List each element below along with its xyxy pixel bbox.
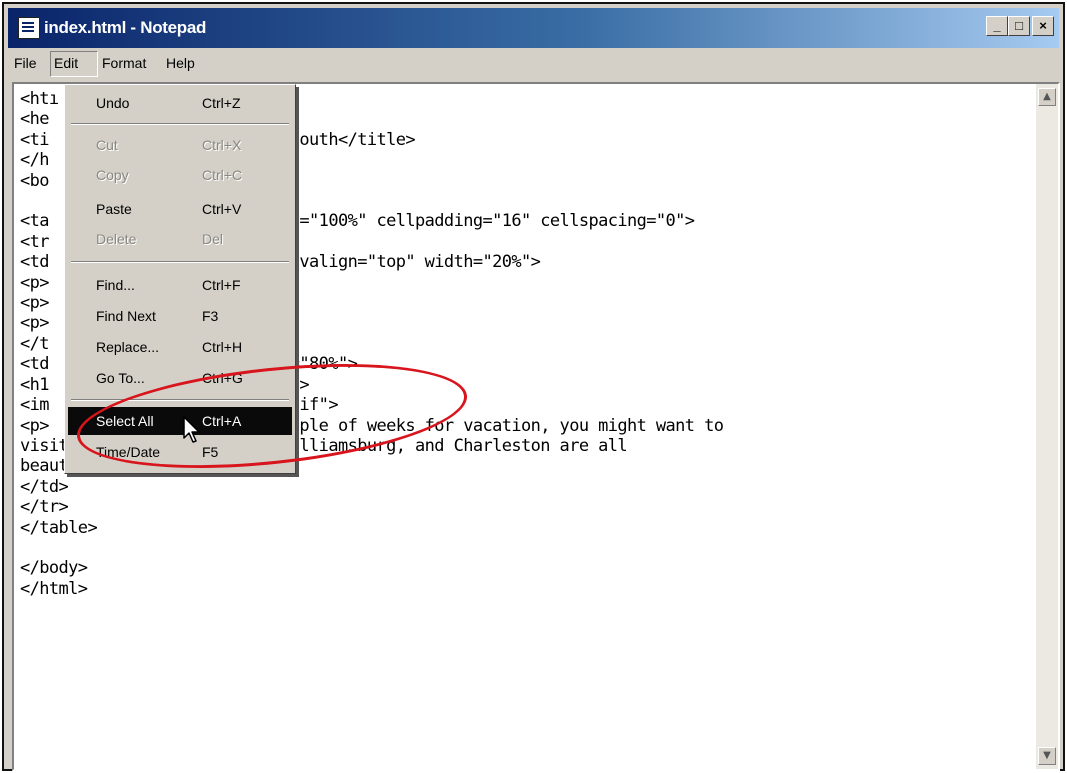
menu-separator — [71, 261, 289, 263]
vertical-scrollbar[interactable]: ▲ ▼ — [1036, 84, 1058, 769]
menu-item-find-next[interactable]: Find Next F3 — [68, 302, 292, 330]
menu-item-label: Copy — [96, 167, 129, 183]
minimize-button[interactable]: _ — [986, 16, 1008, 36]
close-button[interactable]: × — [1032, 16, 1054, 36]
menu-item-shortcut: Ctrl+H — [202, 339, 243, 355]
window-title: index.html - Notepad — [44, 18, 207, 37]
menu-item-label: Paste — [96, 201, 132, 217]
menu-edit[interactable]: Edit — [54, 55, 78, 71]
scroll-up-arrow-icon[interactable]: ▲ — [1038, 88, 1056, 106]
menu-item-shortcut: Ctrl+V — [202, 201, 242, 217]
menu-item-shortcut: Ctrl+C — [202, 167, 243, 183]
menu-item-label: Undo — [96, 95, 130, 111]
menu-item-paste[interactable]: Paste Ctrl+V — [68, 195, 292, 223]
menu-item-shortcut: Ctrl+Z — [202, 95, 241, 111]
menu-item-label: Find Next — [96, 308, 156, 324]
menu-item-replace[interactable]: Replace... Ctrl+H — [68, 333, 292, 361]
menu-item-label: Cut — [96, 137, 118, 153]
menu-item-label: Replace... — [96, 339, 160, 355]
menu-item-find[interactable]: Find... Ctrl+F — [68, 271, 292, 299]
menu-item-cut[interactable]: Cut Ctrl+X — [68, 131, 292, 159]
menu-item-shortcut: Ctrl+X — [202, 137, 242, 153]
menu-item-shortcut: Del — [202, 231, 224, 247]
notepad-icon — [18, 17, 40, 39]
maximize-button[interactable]: □ — [1008, 16, 1030, 36]
title-bar[interactable]: index.html - Notepad _ □ × — [8, 8, 1059, 48]
menu-item-label: Delete — [96, 231, 137, 247]
menu-item-delete[interactable]: Delete Del — [68, 225, 292, 253]
menu-help[interactable]: Help — [166, 55, 195, 71]
menu-item-copy[interactable]: Copy Ctrl+C — [68, 161, 292, 189]
mouse-cursor-icon — [183, 416, 200, 443]
scroll-down-arrow-icon[interactable]: ▼ — [1038, 747, 1056, 765]
menu-bar: File Edit Format Help — [8, 50, 1059, 78]
menu-item-shortcut: Ctrl+F — [202, 277, 241, 293]
menu-item-label: Go To... — [96, 370, 145, 386]
menu-file[interactable]: File — [14, 55, 37, 71]
menu-item-label: Find... — [96, 277, 135, 293]
menu-separator — [71, 123, 289, 125]
menu-item-shortcut: F3 — [202, 308, 219, 324]
menu-item-undo[interactable]: Undo Ctrl+Z — [68, 89, 292, 117]
menu-format[interactable]: Format — [102, 55, 146, 71]
